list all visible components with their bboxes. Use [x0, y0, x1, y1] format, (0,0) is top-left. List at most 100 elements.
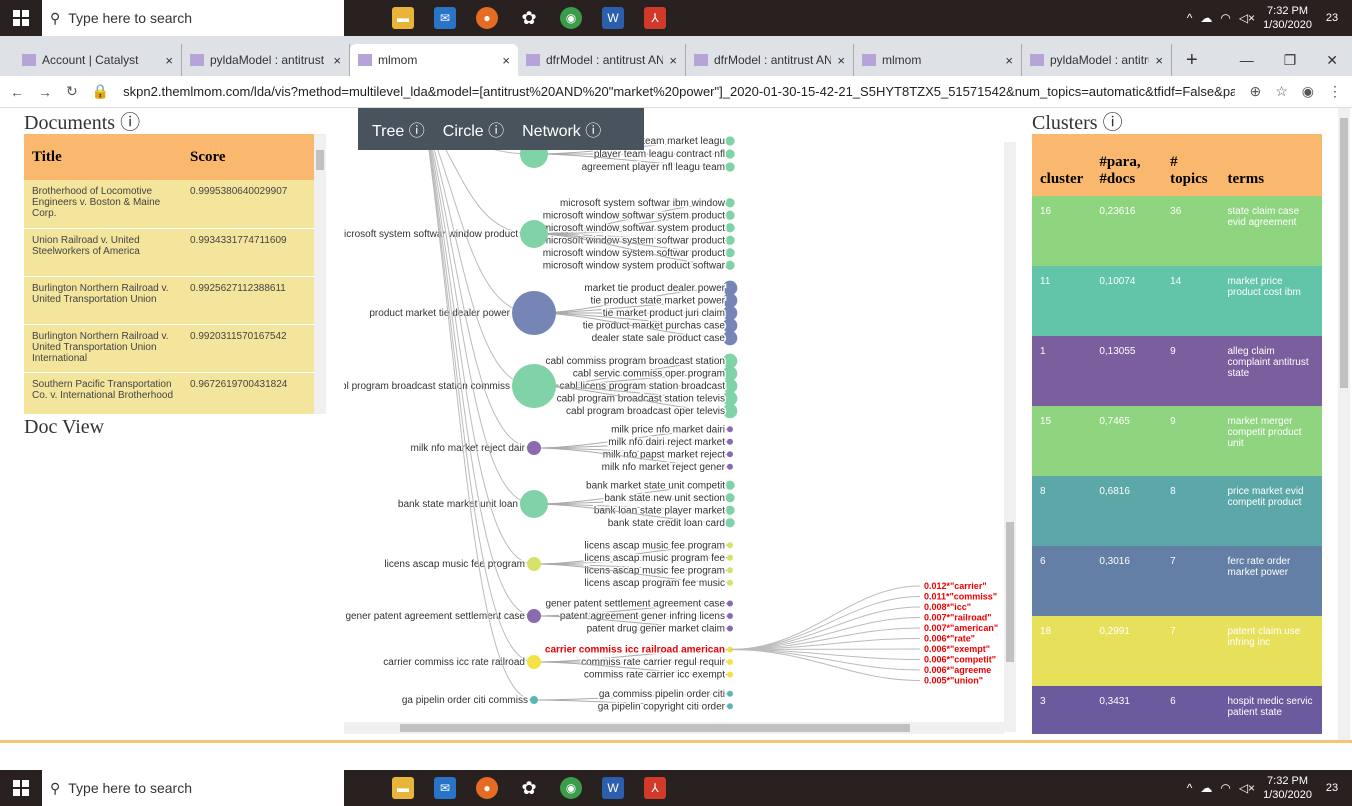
document-title[interactable]: Union Railroad v. United Steelworkers of…: [24, 228, 182, 277]
leaf-label[interactable]: milk nfo papst market reject: [601, 448, 726, 462]
cluster-row[interactable]: 18 0,2991 7 patent claim use infring inc: [1032, 616, 1322, 686]
forward-arrow-icon[interactable]: →: [38, 84, 52, 100]
acrobat-icon[interactable]: ⅄: [644, 777, 666, 799]
leaf-node[interactable]: [727, 426, 733, 433]
notification-icon[interactable]: 23: [1320, 6, 1344, 30]
group-node[interactable]: [512, 364, 556, 408]
tab-pyldamodel-2[interactable]: pyldaModel : antitrust ×: [1022, 44, 1172, 76]
settings-gear-icon[interactable]: ✿: [518, 777, 540, 799]
leaf-label[interactable]: milk nfo market reject gener: [600, 460, 727, 474]
cluster-row[interactable]: 3 0,3431 6 hospit medic servic patient stat…: [1032, 686, 1322, 734]
leaf-node[interactable]: [727, 463, 733, 470]
word-icon[interactable]: W: [602, 777, 624, 799]
cluster-row[interactable]: 6 0,3016 7 ferc rate order market power: [1032, 546, 1322, 616]
leaf-node[interactable]: [727, 567, 733, 574]
page-scrollbar[interactable]: [1338, 108, 1350, 740]
leaf-label[interactable]: market tie product dealer power: [583, 282, 727, 296]
leaf-node[interactable]: [727, 703, 733, 710]
leaf-node[interactable]: [725, 480, 735, 490]
leaf-label[interactable]: milk nfo dairi reject market: [607, 435, 727, 449]
bookmark-star-icon[interactable]: ☆: [1275, 83, 1288, 100]
firefox-icon[interactable]: ●: [476, 777, 498, 799]
leaf-label[interactable]: licens ascap music fee program: [583, 564, 727, 578]
leaf-label[interactable]: licens ascap program fee music: [583, 576, 727, 590]
term-label[interactable]: 0.005*"union": [924, 676, 983, 686]
tab-dfrmodel-2[interactable]: dfrModel : antitrust AN ×: [686, 44, 854, 76]
leaf-label[interactable]: agreement player nfl leagu team: [580, 161, 726, 175]
tray-network-icon[interactable]: ☁: [1200, 11, 1212, 25]
leaf-node[interactable]: [725, 136, 735, 146]
leaf-label[interactable]: licens ascap music fee program: [583, 539, 727, 553]
close-tab-icon[interactable]: ×: [837, 53, 845, 68]
leaf-node[interactable]: [725, 493, 735, 503]
leaf-label[interactable]: licens ascap music program fee: [583, 551, 727, 565]
leaf-label[interactable]: microsoft system softwar ibm window: [558, 196, 727, 210]
zoom-icon[interactable]: ⊕: [1249, 83, 1261, 100]
leaf-label[interactable]: microsoft window softwar system product: [541, 209, 727, 223]
tab-pyldamodel[interactable]: pyldaModel : antitrust ×: [182, 44, 350, 76]
group-label[interactable]: product market tie dealer power: [368, 307, 512, 321]
cluster-row[interactable]: 8 0,6816 8 price market evid competit produ…: [1032, 476, 1322, 546]
leaf-label[interactable]: patent drug gener market claim: [585, 622, 726, 636]
leaf-label[interactable]: milk price nfo market dairi: [610, 423, 727, 437]
tray-wifi-icon[interactable]: ◠: [1220, 11, 1230, 25]
tray-chevron-icon[interactable]: ^: [1187, 11, 1193, 25]
term-label[interactable]: 0.007*"railroad": [924, 613, 992, 623]
col-cluster[interactable]: cluster: [1032, 134, 1092, 196]
documents-scrollbar[interactable]: [314, 134, 326, 414]
group-label[interactable]: bank state market unit loan: [396, 498, 519, 512]
cluster-row[interactable]: 16 0,23616 36 state claim case evid agreeme…: [1032, 196, 1322, 266]
group-node[interactable]: [520, 220, 548, 248]
leaf-node[interactable]: [727, 438, 733, 445]
group-label[interactable]: licens ascap music fee program: [383, 558, 527, 572]
new-tab-button[interactable]: +: [1172, 44, 1212, 76]
group-node[interactable]: [527, 557, 541, 571]
tray-volume-icon[interactable]: ◁×: [1239, 11, 1255, 25]
taskbar-clock[interactable]: 7:32 PM 1/30/2020: [1263, 774, 1312, 802]
viz-scrollbar[interactable]: [1004, 142, 1016, 732]
maximize-icon[interactable]: ❐: [1284, 52, 1297, 69]
leaf-node[interactable]: [727, 625, 733, 632]
group-node[interactable]: [520, 490, 548, 518]
document-row[interactable]: Southern Pacific Transportation Co. v. I…: [24, 372, 314, 414]
notification-icon[interactable]: 23: [1320, 776, 1344, 800]
document-title[interactable]: Brotherhood of Locomotive Engineers v. B…: [24, 180, 182, 229]
group-label[interactable]: milk nfo market reject dair: [409, 442, 527, 456]
reload-icon[interactable]: ↻: [66, 83, 78, 100]
term-label[interactable]: 0.007*"american": [924, 623, 998, 633]
leaf-label[interactable]: tie market product juri claim: [601, 307, 726, 321]
group-node[interactable]: [530, 696, 538, 704]
leaf-node[interactable]: [725, 223, 735, 233]
leaf-node[interactable]: [725, 210, 735, 220]
profile-icon[interactable]: ◉: [1302, 83, 1314, 100]
term-label[interactable]: 0.011*"commiss": [924, 592, 997, 602]
leaf-node[interactable]: [727, 579, 733, 586]
leaf-label[interactable]: cabl program broadcast oper televis: [565, 405, 727, 419]
acrobat-icon[interactable]: ⅄: [644, 7, 666, 29]
leaf-node[interactable]: [725, 149, 735, 159]
viz-horizontal-scrollbar[interactable]: [344, 722, 1004, 734]
group-node[interactable]: [527, 655, 541, 669]
tab-dfrmodel[interactable]: dfrModel : antitrust AN ×: [518, 44, 686, 76]
leaf-label[interactable]: bank state credit loan card: [606, 516, 726, 530]
windows-start-icon[interactable]: [0, 10, 42, 26]
col-docs[interactable]: #para, #docs: [1091, 134, 1163, 196]
col-score[interactable]: Score: [182, 134, 314, 180]
group-label[interactable]: carrier commiss icc rate railroad: [382, 656, 527, 670]
leaf-node[interactable]: [727, 451, 733, 458]
leaf-label[interactable]: tie product state market power: [589, 294, 727, 308]
leaf-label[interactable]: carrier commiss icc railroad american: [543, 643, 726, 657]
close-tab-icon[interactable]: ×: [1005, 53, 1013, 68]
word-icon[interactable]: W: [602, 7, 624, 29]
tab-mlmom-2[interactable]: mlmom ×: [854, 44, 1022, 76]
leaf-label[interactable]: gener patent settlement agreement case: [544, 597, 727, 611]
leaf-label[interactable]: bank market state unit competit: [585, 479, 727, 493]
url-field[interactable]: skpn2.themlmom.com/lda/vis?method=multil…: [123, 84, 1235, 99]
leaf-node[interactable]: [727, 659, 733, 665]
col-title[interactable]: Title: [24, 134, 182, 180]
term-label[interactable]: 0.008*"icc": [924, 602, 971, 612]
group-label[interactable]: ga pipelin order citi commiss: [400, 694, 529, 708]
leaf-node[interactable]: [725, 260, 735, 270]
term-label[interactable]: 0.006*"exempt": [924, 644, 990, 654]
leaf-node[interactable]: [727, 671, 733, 678]
